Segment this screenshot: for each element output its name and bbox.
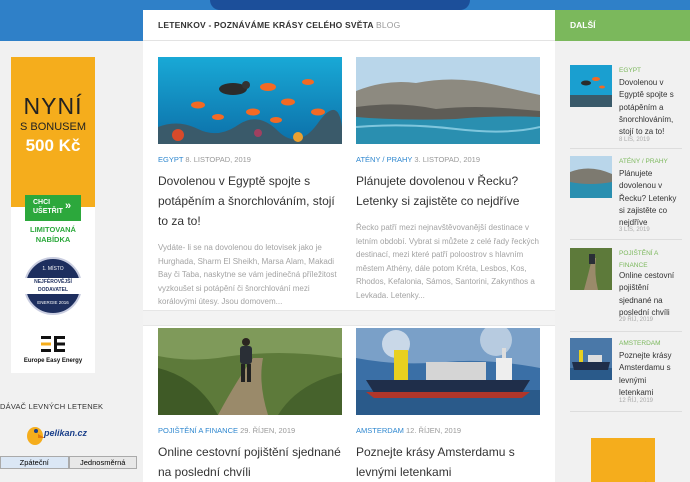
post-card: AMSTERDAM 12. ŘÍJEN, 2019 Poznejte krásy…: [356, 328, 540, 482]
post-category-link[interactable]: EGYPT: [158, 155, 183, 164]
energy-advertisement[interactable]: NYNÍ S BONUSEM 500 Kč CHCI UŠETŘIT » LIM…: [11, 57, 95, 373]
sidebar-divider: [570, 239, 682, 240]
post-excerpt: Vydáte- li se na dovolenou do letovisek …: [158, 243, 337, 307]
post-date: 8. LISTOPAD, 2019: [185, 155, 251, 164]
post-title-link[interactable]: Poznejte krásy Amsterdamu s levnými lete…: [356, 442, 540, 482]
post-image-hiker[interactable]: [158, 328, 342, 415]
pelican-icon: [27, 427, 45, 445]
award-badge-icon: 1. MÍSTO NEJFÉROVĚJŠÍ DODAVATEL ENERGIE …: [24, 257, 82, 315]
sidebar-post-title[interactable]: Online cestovní pojištění sjednané na po…: [619, 270, 681, 319]
sidebar-post-category[interactable]: AMSTERDAM: [619, 338, 679, 350]
tab-one-way[interactable]: Jednosměrná: [68, 456, 137, 469]
page-title: LETENKOV - POZNÁVÁME KRÁSY CELÉHO SVĚTA …: [158, 20, 400, 30]
trip-type-tabs: Zpáteční Jednosměrná: [0, 456, 137, 469]
sidebar-post-date: 8 LIS, 2019: [619, 137, 650, 143]
post-category-link[interactable]: POJIŠTĚNÍ A FINANCE: [158, 426, 238, 435]
sidebar-divider: [570, 148, 682, 149]
sidebar-divider: [570, 411, 682, 412]
sidebar-divider: [570, 331, 682, 332]
post-image-ship[interactable]: [356, 328, 540, 415]
sidebar-post: POJIŠTĚNÍ A FINANCE Online cestovní poji…: [570, 248, 682, 330]
sidebar-post-date: 29 ŘÍJ, 2019: [619, 317, 654, 323]
more-posts-title: DALŠÍ: [570, 20, 596, 30]
main-content: LETENKOV - POZNÁVÁME KRÁSY CELÉHO SVĚTA …: [143, 10, 555, 482]
pelikan-logo[interactable]: pelikan.cz: [26, 422, 92, 450]
post-category-link[interactable]: AMSTERDAM: [356, 426, 404, 435]
main-header: LETENKOV - POZNÁVÁME KRÁSY CELÉHO SVĚTA …: [143, 10, 555, 41]
sidebar-post: AMSTERDAM Poznejte krásy Amsterdamu s le…: [570, 338, 682, 420]
more-posts-header: DALŠÍ: [555, 10, 690, 41]
post-card: POJIŠTĚNÍ A FINANCE 29. ŘÍJEN, 2019 Onli…: [158, 328, 342, 482]
ad-amount: 500 Kč: [25, 136, 81, 155]
post-title-link[interactable]: Dovolenou v Egyptě spojte s potápěním a …: [158, 171, 342, 231]
sidebar-post-thumbnail[interactable]: [570, 338, 612, 380]
post-category-link[interactable]: ATÉNY: [356, 155, 380, 164]
europe-easy-energy-logo-icon: [41, 336, 65, 352]
left-sidebar: NYNÍ S BONUSEM 500 Kč CHCI UŠETŘIT » LIM…: [0, 10, 143, 482]
sidebar-post-thumbnail[interactable]: [570, 156, 612, 198]
post-excerpt: Řecko patří mezi nejnavštěvovanější dest…: [356, 223, 539, 300]
post-image-underwater[interactable]: [158, 57, 342, 144]
post-meta: ATÉNY / PRAHY 3. LISTOPAD, 2019: [356, 155, 480, 164]
sidebar-advertisement[interactable]: ›: [591, 438, 655, 482]
ad-headline: NYNÍ: [23, 93, 83, 119]
post-category-link[interactable]: PRAHY: [387, 155, 413, 164]
sidebar-post-title[interactable]: Plánujete dovolenou v Řecku? Letenky si …: [619, 168, 681, 229]
post-title-link[interactable]: Online cestovní pojištění sjednané na po…: [158, 442, 342, 482]
ad-brand-name: Europe Easy Energy: [23, 358, 83, 364]
sidebar-post: ATÉNY / PRAHY Plánujete dovolenou v Řeck…: [570, 156, 682, 238]
pelikan-logo-text: pelikan.cz: [44, 428, 88, 438]
chevron-right-icon: »: [65, 200, 72, 212]
ad-cta-label: CHCI UŠETŘIT: [33, 199, 63, 215]
sidebar-post-thumbnail[interactable]: [570, 248, 612, 290]
chevron-right-icon: ›: [645, 478, 648, 482]
right-sidebar: DALŠÍ EGYPT Dovolenou v Egyptě spojte s …: [555, 10, 690, 482]
ad-limited-offer: LIMITOVANÁ NABÍDKA: [30, 225, 76, 244]
post-meta: EGYPT 8. LISTOPAD, 2019: [158, 155, 342, 164]
ad-bonus-text: S BONUSEM: [19, 121, 86, 133]
sidebar-post-title[interactable]: Poznejte krásy Amsterdamu s levnými lete…: [619, 350, 681, 399]
sidebar-post-date: 3 LIS, 2019: [619, 227, 650, 233]
left-header-bar: [0, 10, 143, 41]
sidebar-post-category[interactable]: POJIŠTĚNÍ A FINANCE: [619, 248, 679, 272]
flight-search-widget-title: DÁVAČ LEVNÝCH LETENEK: [0, 402, 104, 411]
post-card: ATÉNY / PRAHY 3. LISTOPAD, 2019 Plánujet…: [356, 57, 540, 303]
post-image-coast[interactable]: [356, 57, 540, 144]
sidebar-post-date: 12 ŘÍJ, 2019: [619, 398, 654, 404]
post-meta: POJIŠTĚNÍ A FINANCE 29. ŘÍJEN, 2019: [158, 426, 342, 435]
section-label: BLOG: [376, 20, 401, 30]
post-card: EGYPT 8. LISTOPAD, 2019 Dovolenou v Egyp…: [158, 57, 342, 309]
post-date: 3. LISTOPAD, 2019: [414, 155, 480, 164]
post-meta: AMSTERDAM 12. ŘÍJEN, 2019: [356, 426, 540, 435]
sidebar-post: EGYPT Dovolenou v Egyptě spojte s potápě…: [570, 65, 682, 147]
tab-return[interactable]: Zpáteční: [0, 456, 69, 469]
ad-cta-button[interactable]: CHCI UŠETŘIT »: [25, 195, 81, 221]
sidebar-post-title[interactable]: Dovolenou v Egyptě spojte s potápěním a …: [619, 77, 681, 138]
site-title: LETENKOV - POZNÁVÁME KRÁSY CELÉHO SVĚTA: [158, 20, 374, 30]
sidebar-post-category[interactable]: ATÉNY / PRAHY: [619, 156, 679, 168]
post-date: 12. ŘÍJEN, 2019: [406, 426, 462, 435]
row-divider: [143, 310, 555, 326]
post-title-link[interactable]: Plánujete dovolenou v Řecku? Letenky si …: [356, 171, 540, 211]
top-banner: [0, 0, 690, 10]
post-date: 29. ŘÍJEN, 2019: [240, 426, 296, 435]
sidebar-post-thumbnail[interactable]: [570, 65, 612, 107]
sidebar-post-category[interactable]: EGYPT: [619, 65, 679, 77]
